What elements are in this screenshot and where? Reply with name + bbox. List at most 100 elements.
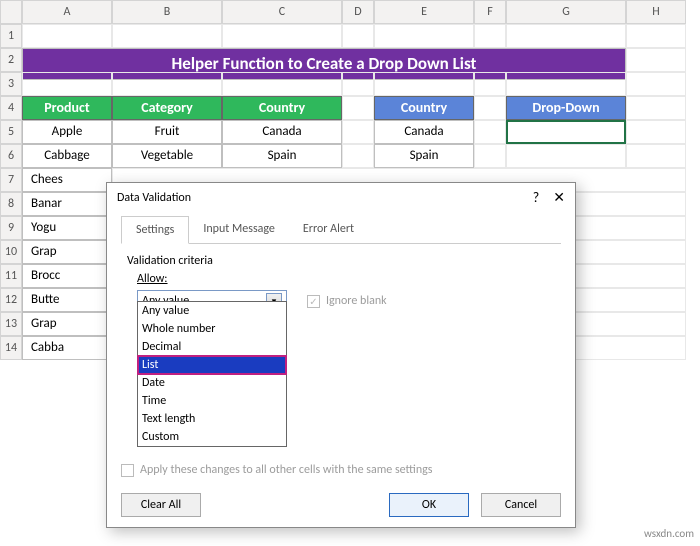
dialog-tabs: Settings Input Message Error Alert (121, 216, 561, 244)
cell-b5[interactable]: Apple (22, 120, 112, 144)
row-8[interactable]: 8 (0, 192, 22, 216)
cell[interactable] (626, 96, 686, 120)
allow-option-list[interactable]: List (138, 356, 286, 374)
header-country: Country (222, 96, 342, 120)
cell[interactable] (374, 24, 474, 48)
clear-all-button[interactable]: Clear All (121, 493, 201, 517)
cell[interactable] (626, 24, 686, 48)
col-C[interactable]: C (222, 0, 342, 24)
cell[interactable] (342, 144, 374, 168)
row-2[interactable]: 2 (0, 48, 22, 72)
tab-input-message[interactable]: Input Message (189, 216, 289, 243)
help-icon[interactable]: ? (533, 189, 540, 206)
cell[interactable] (626, 48, 686, 72)
row-7[interactable]: 7 (0, 168, 22, 192)
row-14[interactable]: 14 (0, 336, 22, 360)
allow-option[interactable]: Custom (138, 428, 286, 446)
header-dropdown: Drop-Down (506, 96, 626, 120)
cell[interactable] (474, 72, 506, 96)
cell[interactable] (474, 24, 506, 48)
cell[interactable] (342, 24, 374, 48)
data-validation-dialog: Data Validation ? ✕ Settings Input Messa… (106, 182, 576, 528)
col-E[interactable]: E (374, 0, 474, 24)
cell[interactable] (112, 24, 222, 48)
col-B[interactable]: B (112, 0, 222, 24)
cell[interactable] (626, 144, 686, 168)
tab-settings[interactable]: Settings (121, 216, 189, 244)
cell[interactable] (22, 72, 112, 96)
cell-b14[interactable]: Cabba (22, 336, 112, 360)
cell[interactable] (342, 72, 374, 96)
row-3[interactable]: 3 (0, 72, 22, 96)
cell-b8[interactable]: Banar (22, 192, 112, 216)
header-product: Product (22, 96, 112, 120)
cell-b11[interactable]: Brocc (22, 264, 112, 288)
row-12[interactable]: 12 (0, 288, 22, 312)
cell-b10[interactable]: Grap (22, 240, 112, 264)
ok-button[interactable]: OK (389, 493, 469, 517)
allow-option[interactable]: Decimal (138, 338, 286, 356)
cell[interactable] (506, 144, 626, 168)
cell-c5[interactable]: Fruit (112, 120, 222, 144)
cell-f6[interactable]: Spain (374, 144, 474, 168)
cell[interactable] (112, 72, 222, 96)
watermark: wsxdn.com (644, 527, 694, 540)
cell[interactable] (474, 144, 506, 168)
col-A[interactable]: A (22, 0, 112, 24)
cell[interactable] (626, 120, 686, 144)
allow-label: Allow: (137, 272, 555, 286)
cell-b6[interactable]: Cabbage (22, 144, 112, 168)
row-11[interactable]: 11 (0, 264, 22, 288)
cell-d5[interactable]: Canada (222, 120, 342, 144)
row-10[interactable]: 10 (0, 240, 22, 264)
cancel-button[interactable]: Cancel (481, 493, 561, 517)
row-6[interactable]: 6 (0, 144, 22, 168)
validation-criteria-label: Validation criteria (127, 254, 555, 268)
cell-h5-selected[interactable] (506, 120, 626, 144)
dialog-title: Data Validation (117, 191, 191, 205)
close-icon[interactable]: ✕ (553, 189, 565, 206)
cell[interactable] (374, 72, 474, 96)
allow-option[interactable]: Any value (138, 302, 286, 320)
cell[interactable] (342, 120, 374, 144)
cell[interactable] (222, 72, 342, 96)
cell-b7[interactable]: Chees (22, 168, 112, 192)
checkbox-icon: ✓ (307, 295, 320, 308)
cell[interactable] (22, 24, 112, 48)
row-9[interactable]: 9 (0, 216, 22, 240)
header-country-f: Country (374, 96, 474, 120)
cell-b13[interactable]: Grap (22, 312, 112, 336)
allow-option[interactable]: Text length (138, 410, 286, 428)
allow-dropdown-list: Any value Whole number Decimal List Date… (137, 301, 287, 447)
cell-b12[interactable]: Butte (22, 288, 112, 312)
row-13[interactable]: 13 (0, 312, 22, 336)
allow-option[interactable]: Whole number (138, 320, 286, 338)
cell-b9[interactable]: Yogu (22, 216, 112, 240)
allow-option[interactable]: Date (138, 374, 286, 392)
cell-f5[interactable]: Canada (374, 120, 474, 144)
cell[interactable] (506, 24, 626, 48)
tab-error-alert[interactable]: Error Alert (289, 216, 368, 243)
apply-changes-checkbox: Apply these changes to all other cells w… (121, 463, 561, 477)
cell[interactable] (342, 96, 374, 120)
corner-cell[interactable] (0, 0, 22, 24)
allow-option[interactable]: Time (138, 392, 286, 410)
cell-c6[interactable]: Vegetable (112, 144, 222, 168)
ignore-blank-checkbox: ✓ Ignore blank (307, 294, 387, 308)
cell[interactable] (626, 72, 686, 96)
col-G[interactable]: G (506, 0, 626, 24)
row-1[interactable]: 1 (0, 24, 22, 48)
cell[interactable] (506, 72, 626, 96)
cell-d6[interactable]: Spain (222, 144, 342, 168)
col-D[interactable]: D (342, 0, 374, 24)
row-5[interactable]: 5 (0, 120, 22, 144)
row-4[interactable]: 4 (0, 96, 22, 120)
cell[interactable] (474, 120, 506, 144)
col-F[interactable]: F (474, 0, 506, 24)
col-H[interactable]: H (626, 0, 686, 24)
header-category: Category (112, 96, 222, 120)
dialog-titlebar[interactable]: Data Validation ? ✕ (107, 183, 575, 212)
cell[interactable] (222, 24, 342, 48)
ignore-blank-label: Ignore blank (326, 294, 387, 308)
cell[interactable] (474, 96, 506, 120)
